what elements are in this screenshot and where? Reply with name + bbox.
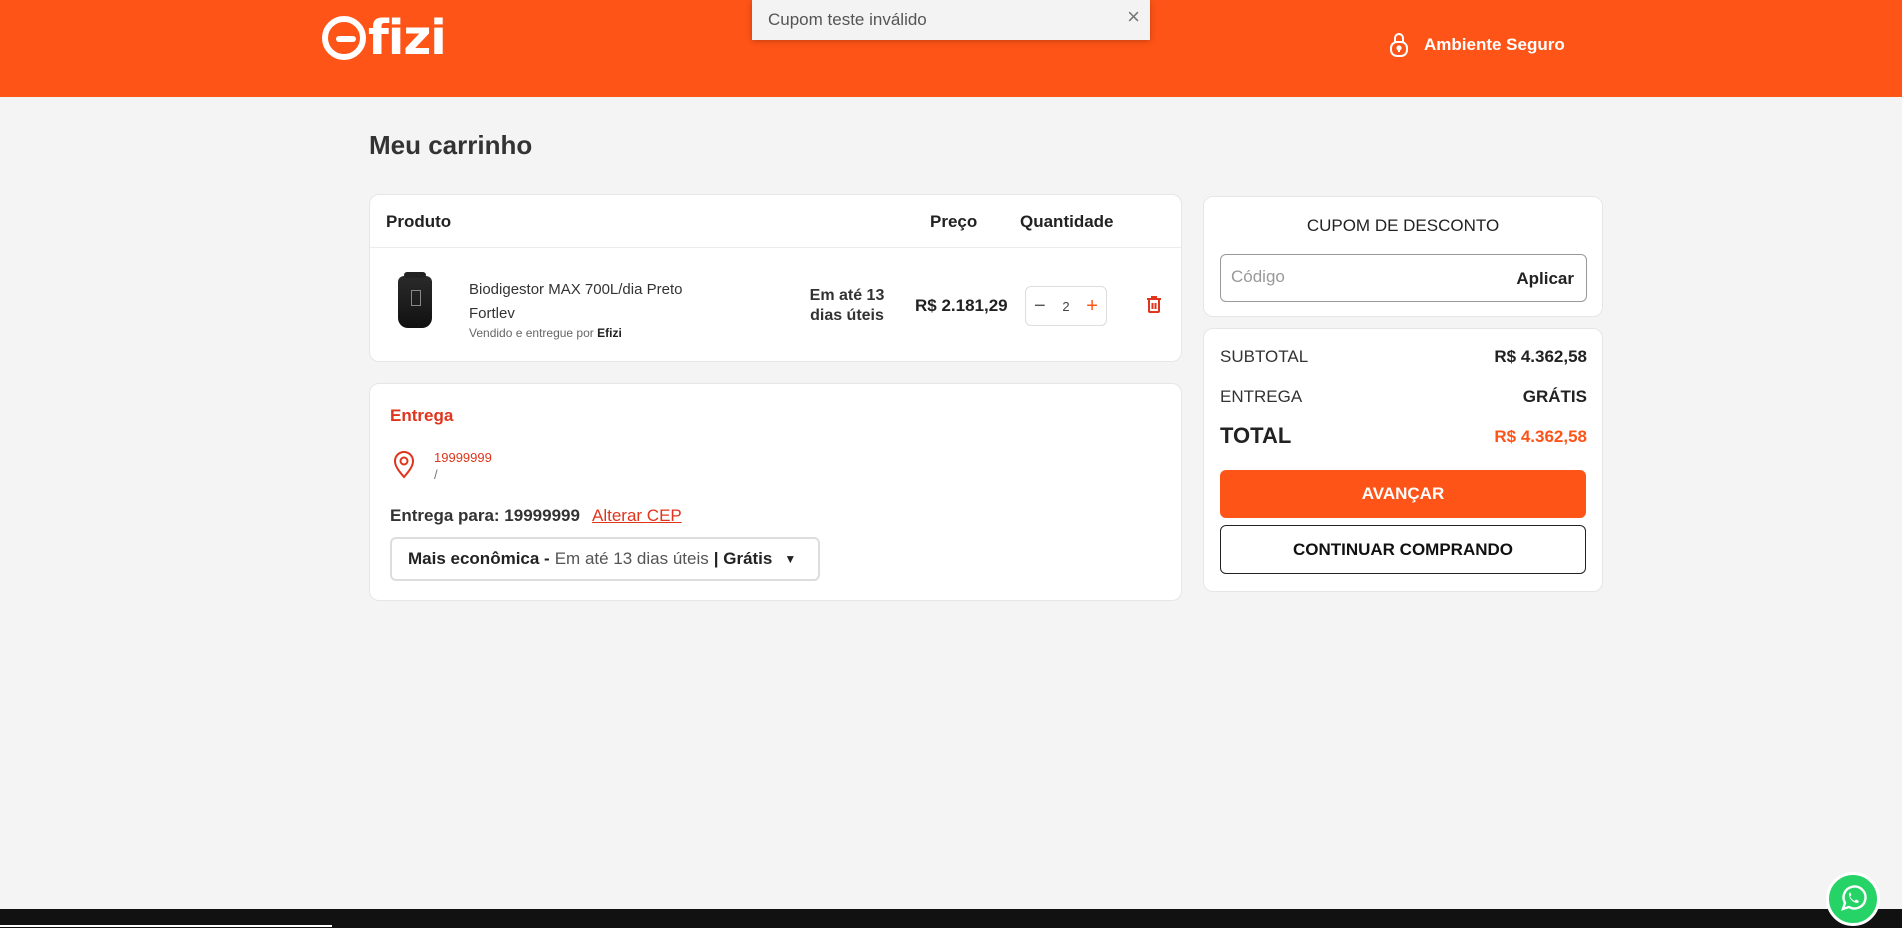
secure-label: Ambiente Seguro bbox=[1424, 35, 1565, 54]
shipping-title: Entrega bbox=[390, 406, 454, 425]
logo-wordmark: fizi bbox=[368, 10, 447, 66]
subtotal-label: SUBTOTAL bbox=[1220, 347, 1309, 366]
subtotal-value: R$ 4.362,58 bbox=[1494, 347, 1587, 366]
shipping-cep: 19999999 bbox=[434, 450, 492, 465]
seller-prefix: Vendido e entregue por bbox=[469, 326, 594, 340]
shipping-card: Entrega 19999999 / Entrega para: 1999999… bbox=[369, 383, 1182, 601]
product-seller: Vendido e entregue por Efizi bbox=[469, 326, 622, 340]
seller-name: Efizi bbox=[597, 326, 622, 340]
order-summary-card: SUBTOTAL R$ 4.362,58 ENTREGA GRÁTIS TOTA… bbox=[1203, 328, 1603, 592]
shipping-option-time: Em até 13 dias úteis bbox=[554, 549, 709, 568]
coupon-card: CUPOM DE DESCONTO Aplicar bbox=[1203, 196, 1603, 317]
subtotal-row: SUBTOTAL R$ 4.362,58 bbox=[1220, 347, 1587, 367]
close-icon[interactable]: × bbox=[1127, 4, 1140, 30]
header-quantity: Quantidade bbox=[1020, 212, 1114, 231]
shipping-option-select[interactable]: Mais econômica - Em até 13 dias úteis | … bbox=[390, 537, 820, 581]
coupon-field-wrapper: Aplicar bbox=[1220, 254, 1587, 302]
item-price: R$ 2.181,29 bbox=[915, 296, 1008, 315]
shipping-option-price: | Grátis bbox=[713, 549, 773, 568]
error-toast: Cupom teste inválido × bbox=[752, 0, 1150, 40]
shipping-summary-value: GRÁTIS bbox=[1522, 387, 1587, 406]
efizi-logo[interactable]: fizi bbox=[322, 10, 447, 66]
quantity-stepper: − 2 + bbox=[1025, 286, 1107, 326]
header-price: Preço bbox=[930, 212, 978, 231]
apply-coupon-button[interactable]: Aplicar bbox=[1516, 269, 1574, 289]
change-cep-link[interactable]: Alterar CEP bbox=[592, 506, 682, 526]
advance-button[interactable]: AVANÇAR bbox=[1220, 470, 1586, 518]
whatsapp-icon bbox=[1841, 885, 1867, 911]
item-delivery-time: Em até 13 dias úteis bbox=[809, 287, 885, 324]
shipping-option-name: Mais econômica - bbox=[408, 549, 550, 568]
lock-icon bbox=[1390, 33, 1408, 57]
total-label: TOTAL bbox=[1220, 423, 1292, 448]
header-product: Produto bbox=[386, 212, 452, 231]
toast-message: Cupom teste inválido bbox=[768, 10, 927, 29]
page-title: Meu carrinho bbox=[369, 130, 533, 160]
product-name[interactable]: Biodigestor MAX 700L/dia Preto Fortlev bbox=[469, 278, 709, 326]
location-pin-icon bbox=[393, 451, 415, 479]
increase-quantity-button[interactable]: + bbox=[1086, 295, 1098, 318]
trash-icon[interactable] bbox=[1146, 295, 1162, 313]
cart-card: Produto Preço Quantidade Biodigestor MAX… bbox=[369, 194, 1182, 362]
secure-environment: Ambiente Seguro bbox=[1388, 32, 1565, 58]
ship-to-label: Entrega para: 19999999 bbox=[390, 506, 580, 525]
whatsapp-button[interactable] bbox=[1826, 872, 1880, 926]
chevron-down-icon: ▼ bbox=[784, 552, 797, 566]
total-value: R$ 4.362,58 bbox=[1494, 427, 1587, 446]
cart-item-row: Biodigestor MAX 700L/dia Preto Fortlev V… bbox=[370, 248, 1181, 362]
product-image[interactable] bbox=[398, 272, 432, 328]
shipping-row: ENTREGA GRÁTIS bbox=[1220, 387, 1587, 407]
decrease-quantity-button[interactable]: − bbox=[1034, 295, 1046, 318]
total-row: TOTAL R$ 4.362,58 bbox=[1220, 423, 1587, 449]
coupon-title: CUPOM DE DESCONTO bbox=[1306, 216, 1500, 235]
shipping-address: / bbox=[434, 467, 438, 482]
shipping-summary-label: ENTREGA bbox=[1220, 387, 1303, 406]
coupon-input[interactable] bbox=[1231, 267, 1491, 287]
continue-shopping-button[interactable]: CONTINUAR COMPRANDO bbox=[1220, 525, 1586, 574]
footer-divider bbox=[0, 925, 332, 927]
logo-e-mark bbox=[322, 16, 366, 60]
cart-table-header: Produto Preço Quantidade bbox=[370, 195, 1181, 248]
quantity-value[interactable]: 2 bbox=[1062, 299, 1069, 314]
